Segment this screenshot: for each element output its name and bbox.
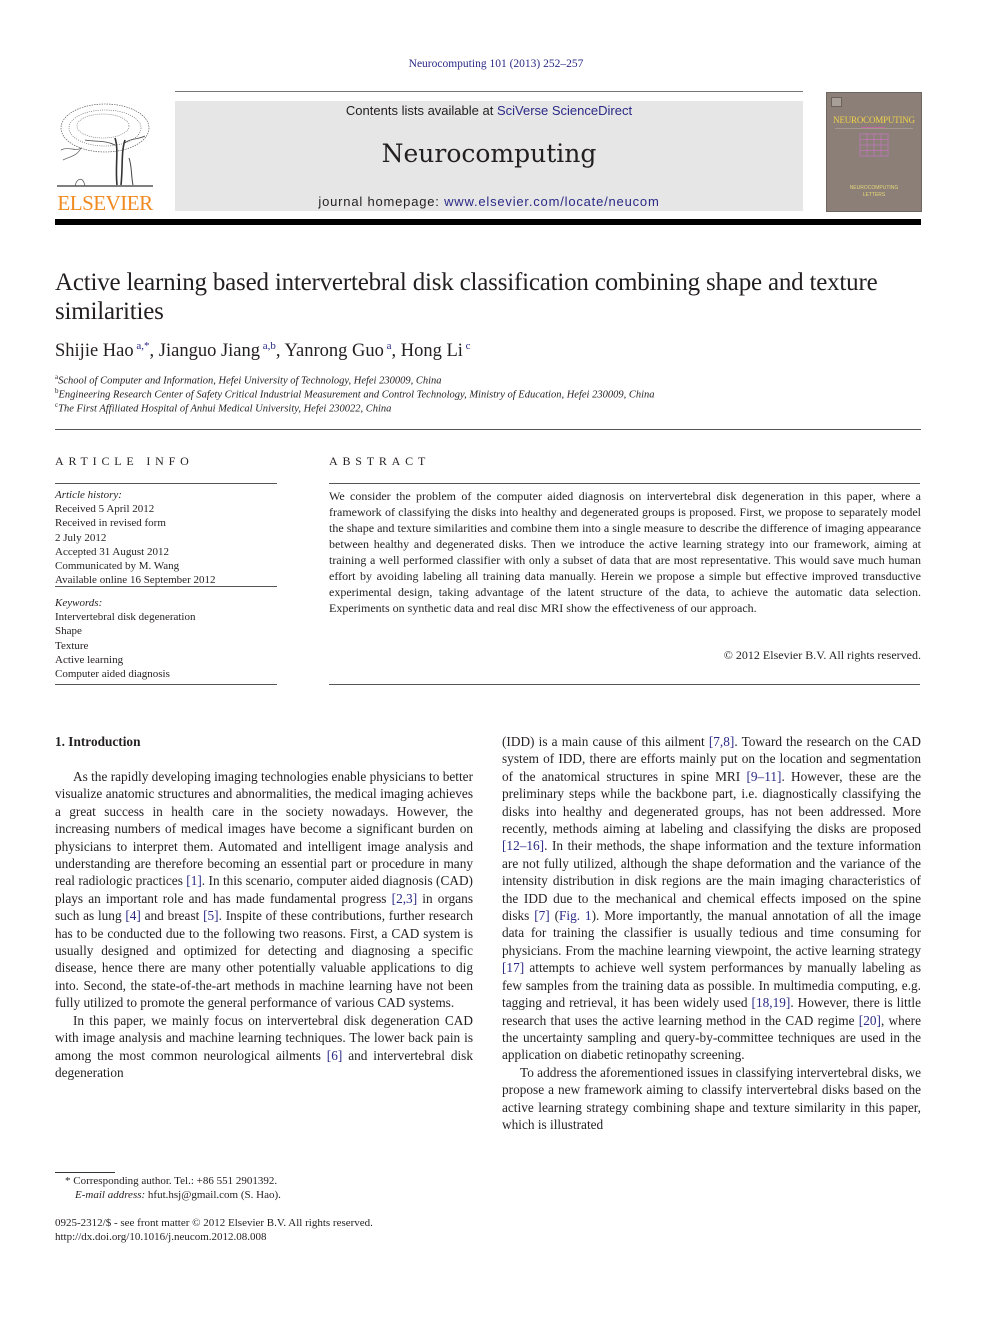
history-item: Received in revised form	[55, 517, 166, 530]
journal-homepage: journal homepage: www.elsevier.com/locat…	[175, 194, 803, 209]
citation-link[interactable]: [2,3]	[392, 891, 417, 906]
keyword-item: Intervertebral disk degeneration	[55, 611, 196, 624]
paragraph: In this paper, we mainly focus on interv…	[55, 1012, 473, 1082]
paragraph-text: (	[549, 908, 560, 924]
abstract-text: We consider the problem of the computer …	[329, 489, 921, 615]
citation-link[interactable]: [17]	[502, 960, 524, 975]
citation-link[interactable]: [5]	[203, 908, 219, 923]
footnotes: * Corresponding author. Tel.: +86 551 29…	[55, 1174, 475, 1202]
history-item: Communicated by M. Wang	[55, 560, 180, 573]
abstract-divider-bottom	[329, 684, 920, 685]
email-address[interactable]: hfut.hsj@gmail.com (S. Hao).	[145, 1189, 281, 1201]
author-affiliation-marker[interactable]: a,*	[134, 340, 149, 352]
cover-divider	[835, 128, 913, 129]
citation-link[interactable]: [7,8]	[709, 734, 734, 749]
citation-link[interactable]: [4]	[125, 908, 141, 923]
author-name[interactable]: Jianguo Jiang	[159, 341, 260, 361]
author-name[interactable]: Hong Li	[401, 341, 463, 361]
section-heading-introduction: 1. Introduction	[55, 734, 141, 749]
corresponding-author-note: * Corresponding author. Tel.: +86 551 29…	[65, 1175, 278, 1187]
cover-footer: NEUROCOMPUTING LETTERS	[827, 185, 921, 199]
author-affiliation-marker[interactable]: a	[384, 340, 392, 352]
history-item: Received 5 April 2012	[55, 503, 155, 516]
citation-link[interactable]: [6]	[327, 1048, 343, 1063]
author-affiliation-marker[interactable]: c	[463, 340, 471, 352]
contents-prefix: Contents lists available at	[345, 103, 497, 118]
citation-link[interactable]: [7]	[534, 908, 550, 923]
doi-link[interactable]: http://dx.doi.org/10.1016/j.neucom.2012.…	[55, 1230, 485, 1244]
article-history: Article history: Received 5 April 2012 Re…	[55, 488, 277, 587]
cover-logo-icon	[831, 97, 842, 107]
journal-name: Neurocomputing	[381, 139, 597, 168]
keyword-item: Computer aided diagnosis	[55, 668, 170, 681]
paragraph-text: and breast	[140, 908, 204, 924]
paragraph-text: (IDD) is a main cause of this ailment	[502, 734, 709, 749]
keyword-items: Intervertebral disk degeneration Shape Tex…	[55, 610, 277, 681]
author-list: Shijie Hao a,*, Jianguo Jiang a,b, Yanro…	[55, 340, 471, 362]
cover-grid-icon	[859, 133, 889, 157]
affiliation-a: aSchool of Computer and Information, Hef…	[55, 373, 442, 387]
journal-citation[interactable]: Neurocomputing 101 (2013) 252–257	[0, 58, 992, 70]
sciencedirect-link[interactable]: SciVerse ScienceDirect	[497, 103, 632, 118]
paragraph-text: To address the aforementioned issues in …	[502, 1064, 921, 1132]
homepage-link[interactable]: www.elsevier.com/locate/neucom	[444, 194, 659, 209]
paragraph: (IDD) is a main cause of this ailment [7…	[502, 733, 921, 1064]
contents-availability: Contents lists available at SciVerse Sci…	[175, 103, 803, 118]
paragraph: As the rapidly developing imaging techno…	[55, 768, 473, 1012]
tree-icon	[57, 103, 153, 187]
homepage-prefix: journal homepage:	[318, 194, 445, 209]
cover-footer-line2: LETTERS	[862, 192, 886, 198]
paragraph-text: . Inspite of these contributions, furthe…	[55, 908, 474, 1011]
affiliation-text: School of Computer and Information, Hefe…	[58, 375, 442, 387]
abstract-copyright: © 2012 Elsevier B.V. All rights reserved…	[723, 648, 921, 662]
keywords: Keywords: Intervertebral disk degenerati…	[55, 596, 277, 681]
keyword-item: Shape	[55, 625, 82, 638]
author-name[interactable]: Shijie Hao	[55, 341, 134, 361]
title-divider	[55, 429, 921, 430]
abstract-divider-top	[329, 483, 920, 484]
article-info-divider-mid	[55, 586, 277, 587]
paragraph-text: As the rapidly developing imaging techno…	[55, 769, 473, 889]
citation-link[interactable]: [12–16]	[502, 838, 544, 853]
article-info-divider-bottom	[55, 684, 277, 685]
affiliation-b: bEngineering Research Center of Safety C…	[55, 387, 655, 401]
cover-title: NEUROCOMPUTING	[833, 115, 915, 125]
citation-link[interactable]: [18,19]	[752, 995, 791, 1010]
elsevier-wordmark: ELSEVIER	[57, 191, 153, 215]
article-info-divider-top	[55, 483, 277, 484]
author-affiliation-marker[interactable]: a,b	[260, 340, 276, 352]
history-items: Received 5 April 2012 Received in revised…	[55, 502, 277, 587]
keyword-item: Texture	[55, 639, 89, 652]
cover-footer-line1: NEUROCOMPUTING	[849, 185, 899, 191]
journal-cover-thumbnail[interactable]: NEUROCOMPUTING NEUROCOMPUTING LETTERS	[826, 92, 922, 212]
author-name[interactable]: Yanrong Guo	[284, 341, 383, 361]
citation-link[interactable]: Fig. 1	[559, 908, 592, 923]
header-top-divider	[175, 91, 803, 92]
abstract-heading: ABSTRACT	[329, 454, 431, 468]
citation-link[interactable]: [1]	[186, 873, 202, 888]
body-column-right: (IDD) is a main cause of this ailment [7…	[502, 733, 921, 1133]
history-item: Accepted 31 August 2012	[55, 545, 169, 558]
front-matter: 0925-2312/$ - see front matter © 2012 El…	[55, 1216, 485, 1244]
citation-link[interactable]: [20]	[859, 1013, 881, 1028]
keyword-item: Active learning	[55, 653, 124, 666]
affiliation-text: Engineering Research Center of Safety Cr…	[58, 389, 655, 401]
cover-accent-line	[861, 127, 885, 128]
paragraph: To address the aforementioned issues in …	[502, 1064, 921, 1134]
article-title: Active learning based intervertebral dis…	[55, 269, 878, 325]
article-info-heading: ARTICLE INFO	[55, 454, 194, 468]
history-item: 2 July 2012	[55, 531, 107, 544]
history-label: Article history:	[55, 489, 122, 501]
keywords-label: Keywords:	[55, 597, 103, 609]
header-thick-divider	[55, 219, 921, 225]
footnote-divider	[55, 1172, 115, 1173]
affiliation-c: cThe First Affiliated Hospital of Anhui …	[55, 401, 391, 415]
citation-link[interactable]: [9–11]	[746, 769, 781, 784]
affiliation-text: The First Affiliated Hospital of Anhui M…	[58, 403, 392, 415]
email-note: E-mail address: hfut.hsj@gmail.com (S. H…	[55, 1188, 475, 1202]
email-label: E-mail address:	[75, 1189, 146, 1201]
issn-line: 0925-2312/$ - see front matter © 2012 El…	[55, 1217, 373, 1229]
body-column-left: As the rapidly developing imaging techno…	[55, 768, 473, 1081]
